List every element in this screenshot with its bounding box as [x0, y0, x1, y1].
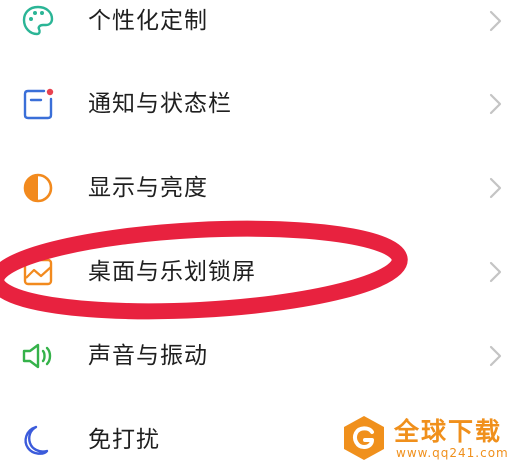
settings-item-label: 个性化定制	[88, 8, 208, 34]
moon-icon	[20, 422, 56, 458]
chevron-right-icon	[484, 344, 506, 368]
chevron-right-icon	[484, 260, 506, 284]
chevron-right-icon	[484, 92, 506, 116]
settings-item-notifications[interactable]: 通知与状态栏	[0, 62, 520, 146]
brightness-icon	[20, 170, 56, 206]
settings-item-label: 桌面与乐划锁屏	[88, 259, 256, 285]
chevron-right-icon	[484, 9, 506, 33]
wallpaper-icon	[20, 254, 56, 290]
settings-item-label: 声音与振动	[88, 343, 208, 369]
speaker-icon	[20, 338, 56, 374]
settings-item-label: 免打扰	[88, 427, 160, 453]
chevron-right-icon	[484, 176, 506, 200]
settings-item-display-brightness[interactable]: 显示与亮度	[0, 146, 520, 230]
settings-item-personalization[interactable]: 个性化定制	[0, 0, 520, 63]
settings-item-sound-vibration[interactable]: 声音与振动	[0, 314, 520, 398]
settings-list: 个性化定制 通知与状态栏 显示与亮度 桌面与乐划锁屏 声音与振动 免打扰	[0, 0, 520, 469]
settings-item-do-not-disturb[interactable]: 免打扰	[0, 398, 520, 469]
settings-item-desktop-lockscreen[interactable]: 桌面与乐划锁屏	[0, 230, 520, 314]
settings-item-label: 通知与状态栏	[88, 91, 232, 117]
notification-icon	[20, 86, 56, 122]
settings-item-label: 显示与亮度	[88, 175, 208, 201]
palette-icon	[20, 3, 56, 39]
